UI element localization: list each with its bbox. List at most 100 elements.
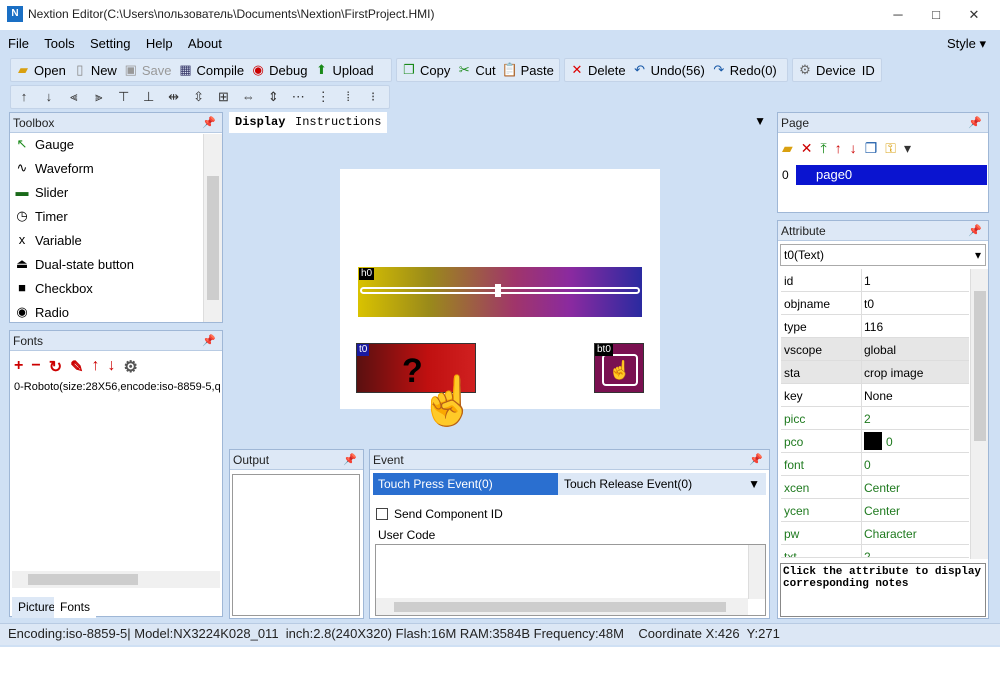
page-item-page0[interactable]: page0 — [796, 165, 987, 185]
compile-button[interactable]: ▦ Compile — [177, 62, 244, 78]
pin-icon[interactable]: 📌 — [202, 331, 216, 351]
scroll-thumb[interactable] — [28, 574, 138, 585]
fonts-hscrollbar[interactable] — [12, 571, 220, 588]
pin-icon[interactable]: 📌 — [749, 450, 763, 470]
toolbox-item-variable[interactable]: x Variable — [14, 229, 82, 251]
maximize-button[interactable]: □ — [918, 4, 954, 26]
slider-h0[interactable] — [358, 267, 642, 317]
attr-row-objname[interactable]: objname t0 — [781, 292, 969, 315]
page-down-icon[interactable]: ↓ — [850, 140, 857, 157]
delete-page-icon[interactable]: ✕ — [801, 140, 813, 157]
font-generator-icon[interactable]: ⚙ — [124, 357, 138, 377]
space-v-icon[interactable]: ⋮ — [314, 89, 332, 105]
insert-page-icon[interactable]: ⤒ — [821, 140, 827, 157]
style-menu[interactable]: Style ▾ — [947, 36, 986, 52]
chevron-down-icon[interactable]: ▼ — [754, 114, 766, 128]
cut-button[interactable]: ✂ Cut — [456, 62, 496, 78]
down-icon[interactable]: ↓ — [108, 357, 116, 377]
toolbox-item-waveform[interactable]: ∿ Waveform — [14, 157, 94, 179]
align-center-v-icon[interactable]: ⇳ — [190, 89, 208, 105]
align-center-h-icon[interactable]: ⇹ — [165, 89, 183, 105]
send-component-id-checkbox[interactable] — [376, 508, 388, 520]
upload-button[interactable]: ⬆ Upload — [313, 62, 374, 78]
pin-icon[interactable]: 📌 — [202, 113, 216, 133]
align-top-icon[interactable]: ⊤ — [115, 89, 133, 105]
add-page-icon[interactable]: ▰ — [782, 140, 793, 157]
menu-help[interactable]: Help — [146, 36, 173, 51]
attr-row-picc[interactable]: picc 2 — [781, 407, 969, 430]
paste-button[interactable]: 📋 Paste — [502, 62, 554, 78]
color-swatch[interactable] — [864, 432, 882, 450]
pin-icon[interactable]: 📌 — [343, 450, 357, 470]
attr-row-pco[interactable]: pco 0 — [781, 430, 969, 453]
minimize-button[interactable]: ─ — [880, 4, 916, 26]
attr-row-ycen[interactable]: ycen Center — [781, 499, 969, 522]
component-select[interactable]: t0(Text) ▾ — [780, 244, 986, 266]
attribute-scrollbar[interactable] — [970, 269, 988, 559]
align-right-icon[interactable]: ⫸ — [90, 89, 108, 105]
user-code-editor[interactable] — [375, 544, 766, 616]
copy-button[interactable]: ❐ Copy — [401, 62, 450, 78]
chevron-down-icon[interactable]: ▾ — [904, 140, 911, 157]
tab-display[interactable]: Display — [229, 112, 292, 133]
align-bottom-icon[interactable]: ⊥ — [140, 89, 158, 105]
tab-fonts[interactable]: Fonts — [54, 597, 97, 618]
open-button[interactable]: ▰ Open — [15, 62, 66, 78]
attr-row-vscope[interactable]: vscope global — [781, 338, 969, 361]
menu-file[interactable]: File — [8, 36, 29, 51]
toolbox-item-checkbox[interactable]: ■ Checkbox — [14, 277, 93, 299]
tab-instructions[interactable]: Instructions — [289, 112, 388, 133]
code-hscrollbar[interactable] — [376, 598, 748, 615]
import-page-icon[interactable]: ⚿ — [885, 140, 896, 157]
distribute-icon[interactable]: ⁞ — [339, 89, 357, 105]
close-button[interactable]: ✕ — [956, 4, 992, 26]
menu-about[interactable]: About — [188, 36, 222, 51]
new-button[interactable]: ▯ New — [72, 62, 117, 78]
font-entry[interactable]: 0-Roboto(size:28X56,encode:iso-8859-5,qy… — [14, 381, 220, 393]
edit-icon[interactable]: ✎ — [70, 357, 83, 377]
attr-row-id[interactable]: id 1 — [781, 269, 969, 292]
toolbox-item-radio[interactable]: ◉ Radio — [14, 301, 69, 323]
tab-touch-press[interactable]: Touch Press Event(0) — [373, 473, 558, 495]
up-icon[interactable]: ↑ — [92, 357, 100, 377]
slider-thumb[interactable] — [495, 284, 501, 297]
device-button[interactable]: ⚙ Device — [797, 62, 856, 78]
scroll-thumb[interactable] — [207, 176, 219, 300]
debug-button[interactable]: ◉ Debug — [250, 62, 307, 78]
pin-icon[interactable]: 📌 — [968, 221, 982, 241]
move-down-icon[interactable]: ↓ — [40, 89, 58, 105]
attr-row-key[interactable]: key None — [781, 384, 969, 407]
undo-button[interactable]: ↶ Undo(56) — [632, 62, 705, 78]
menu-tools[interactable]: Tools — [44, 36, 74, 51]
attr-row-xcen[interactable]: xcen Center — [781, 476, 969, 499]
attr-row-pw[interactable]: pw Character — [781, 522, 969, 545]
id-button[interactable]: ID — [862, 63, 875, 78]
toolbox-item-slider[interactable]: ▬ Slider — [14, 181, 69, 203]
same-height-icon[interactable]: ⇕ — [264, 89, 282, 105]
code-vscrollbar[interactable] — [748, 545, 765, 599]
same-width-icon[interactable]: ⇔ — [239, 89, 257, 105]
refresh-icon[interactable]: ↻ — [49, 357, 62, 377]
same-size-icon[interactable]: ⊞ — [215, 89, 233, 105]
add-icon[interactable]: + — [14, 357, 23, 377]
toolbox-item-gauge[interactable]: ↖ Gauge — [14, 133, 75, 155]
align-left-icon[interactable]: ⫷ — [65, 89, 83, 105]
tab-touch-release[interactable]: Touch Release Event(0) ▼ — [558, 473, 766, 495]
attr-row-txt[interactable]: txt 2 — [781, 545, 969, 558]
scroll-thumb[interactable] — [394, 602, 726, 612]
toolbox-scrollbar[interactable] — [203, 134, 222, 322]
page-up-icon[interactable]: ↑ — [835, 140, 842, 157]
delete-button[interactable]: ✕ Delete — [569, 62, 626, 78]
copy-page-icon[interactable]: ❐ — [865, 140, 878, 157]
attr-row-font[interactable]: font 0 — [781, 453, 969, 476]
move-up-icon[interactable]: ↑ — [15, 89, 33, 105]
toolbox-item-timer[interactable]: ◷ Timer — [14, 205, 67, 227]
toolbox-item-dual-state[interactable]: ⏏ Dual-state button — [14, 253, 134, 275]
menu-setting[interactable]: Setting — [90, 36, 130, 51]
attr-row-sta[interactable]: sta crop image — [781, 361, 969, 384]
attr-row-type[interactable]: type 116 — [781, 315, 969, 338]
remove-icon[interactable]: − — [31, 357, 40, 377]
distribute-v-icon[interactable]: ⁝ — [364, 89, 382, 105]
scroll-thumb[interactable] — [974, 291, 986, 441]
pin-icon[interactable]: 📌 — [968, 113, 982, 133]
